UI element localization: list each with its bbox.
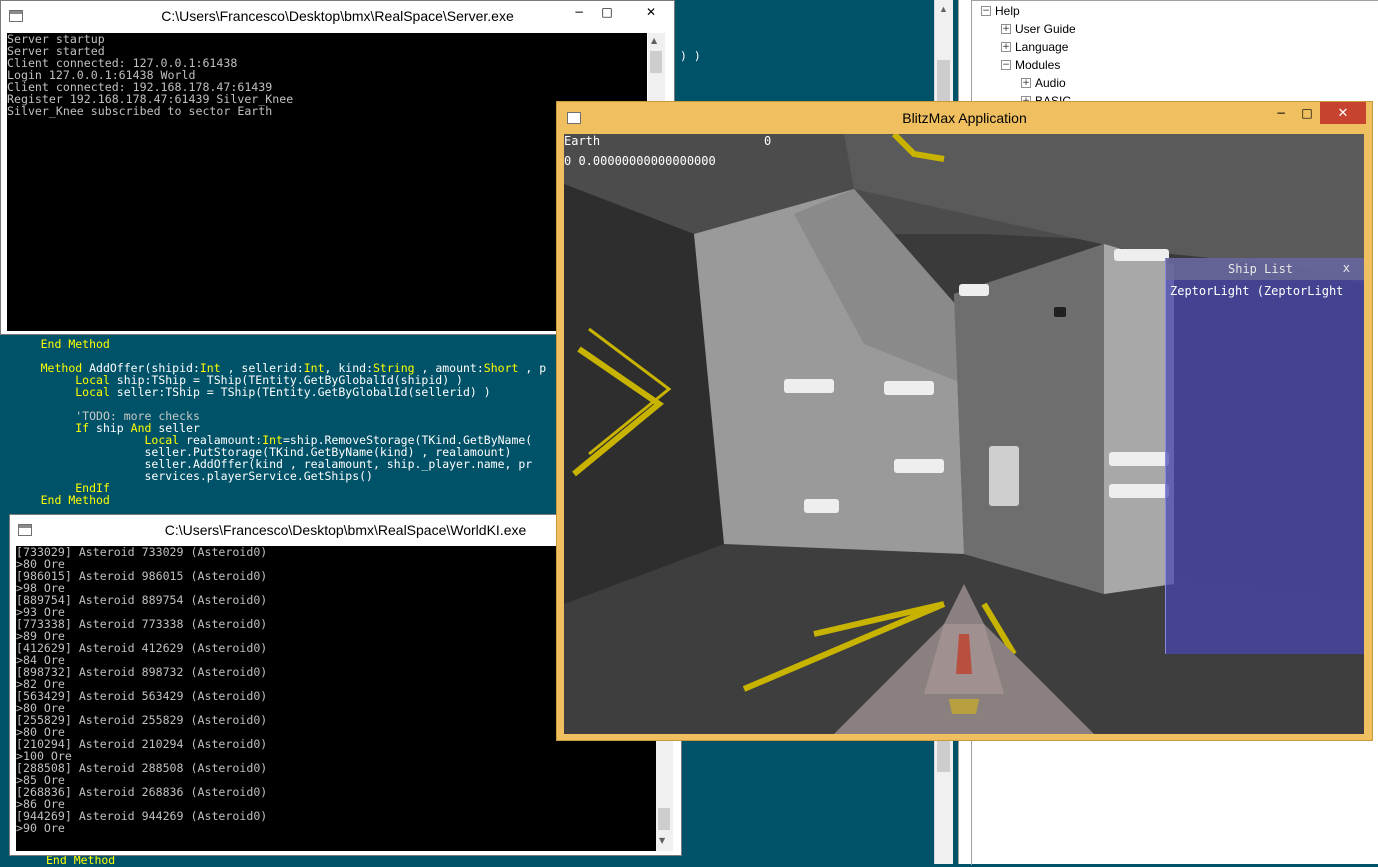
game-3d-viewport[interactable]: Earth 0 0 0.00000000000000000 Ship List … <box>564 134 1364 734</box>
hud-sector-name: Earth <box>564 134 601 148</box>
code-token: services.playerService.GetShips() <box>144 469 373 483</box>
blitz-window-title: BlitzMax Application <box>902 110 1027 126</box>
minimize-button[interactable]: − <box>564 1 594 23</box>
hud-sector-value: 0 <box>764 134 772 148</box>
console-line: [944269] Asteroid 944269 (Asteroid0) <box>16 809 268 823</box>
help-tree-label: Help <box>995 4 1020 18</box>
code-token: Local <box>75 385 110 399</box>
code-token: , p <box>518 361 547 375</box>
help-tree-item-user-guide[interactable]: + User Guide <box>1001 20 1076 38</box>
code-token: End Method <box>40 337 110 351</box>
collapse-icon[interactable]: − <box>981 6 991 16</box>
help-tree-label: User Guide <box>1015 22 1076 36</box>
code-line: End Method <box>6 338 546 350</box>
expand-icon[interactable]: + <box>1001 42 1011 52</box>
help-tree-label: Modules <box>1015 58 1061 72</box>
scroll-up-arrow-icon[interactable]: ▲ <box>939 4 948 14</box>
help-tree-item-modules[interactable]: − Modules <box>1001 56 1060 74</box>
ship-list-close-icon[interactable]: x <box>1343 261 1350 275</box>
code-block: End Method Method AddOffer(shipid:Int , … <box>6 338 547 506</box>
help-tree-item-audio[interactable]: + Audio <box>1021 74 1066 92</box>
close-button[interactable]: ✕ <box>636 1 666 23</box>
code-token: End Method <box>40 493 110 507</box>
code-token: seller:TShip = TShip(TEntity.GetByGlobal… <box>109 385 491 399</box>
code-token: Short <box>483 361 519 375</box>
console-line: >90 Ore <box>16 821 65 835</box>
code-line: End Method <box>6 494 546 506</box>
ship-list-entries: ZeptorLight (ZeptorLight <box>1170 284 1364 300</box>
server-window-titlebar[interactable]: C:\Users\Francesco\Desktop\bmx\RealSpace… <box>1 1 674 31</box>
maximize-button[interactable]: □ <box>1292 102 1322 124</box>
blitz-window-titlebar[interactable]: BlitzMax Application − □ ✕ <box>557 102 1372 134</box>
code-fragment: ) ) <box>680 49 701 63</box>
help-tree-item-language[interactable]: + Language <box>1001 38 1068 56</box>
scroll-down-arrow-icon[interactable]: ▼ <box>659 836 665 845</box>
console-line: [288508] Asteroid 288508 (Asteroid0) <box>16 761 268 775</box>
ship-list-item[interactable]: ZeptorLight (ZeptorLight <box>1170 284 1364 300</box>
scrollbar-thumb[interactable] <box>650 51 662 73</box>
ship-list-header[interactable]: Ship List x <box>1166 258 1364 280</box>
maximize-button[interactable]: □ <box>592 1 622 23</box>
ship-list-title: Ship List <box>1228 262 1294 276</box>
help-tree-label: Language <box>1015 40 1069 54</box>
code-line: Local seller:TShip = TShip(TEntity.GetBy… <box>6 386 546 398</box>
help-tree-item-help[interactable]: − Help <box>981 2 1020 20</box>
console-line: Silver_Knee subscribed to sector Earth <box>7 104 273 118</box>
scrollbar-thumb[interactable] <box>658 808 670 830</box>
console-line: [268836] Asteroid 268836 (Asteroid0) <box>16 785 268 799</box>
ship-list-panel[interactable]: Ship List x ZeptorLight (ZeptorLight <box>1165 258 1364 654</box>
collapse-icon[interactable]: − <box>1001 60 1011 70</box>
blitzmax-application-window[interactable]: BlitzMax Application − □ ✕ Earth 0 0 0.0… <box>556 101 1373 741</box>
expand-icon[interactable]: + <box>1001 24 1011 34</box>
server-console-output: Server startup Server started Client conne… <box>7 33 647 331</box>
help-tree-label: Audio <box>1035 76 1066 90</box>
close-button[interactable]: ✕ <box>1320 102 1366 124</box>
expand-icon[interactable]: + <box>1021 78 1031 88</box>
hud-debug-line: 0 0.00000000000000000 <box>564 154 716 168</box>
scroll-up-arrow-icon[interactable]: ▲ <box>651 36 657 45</box>
